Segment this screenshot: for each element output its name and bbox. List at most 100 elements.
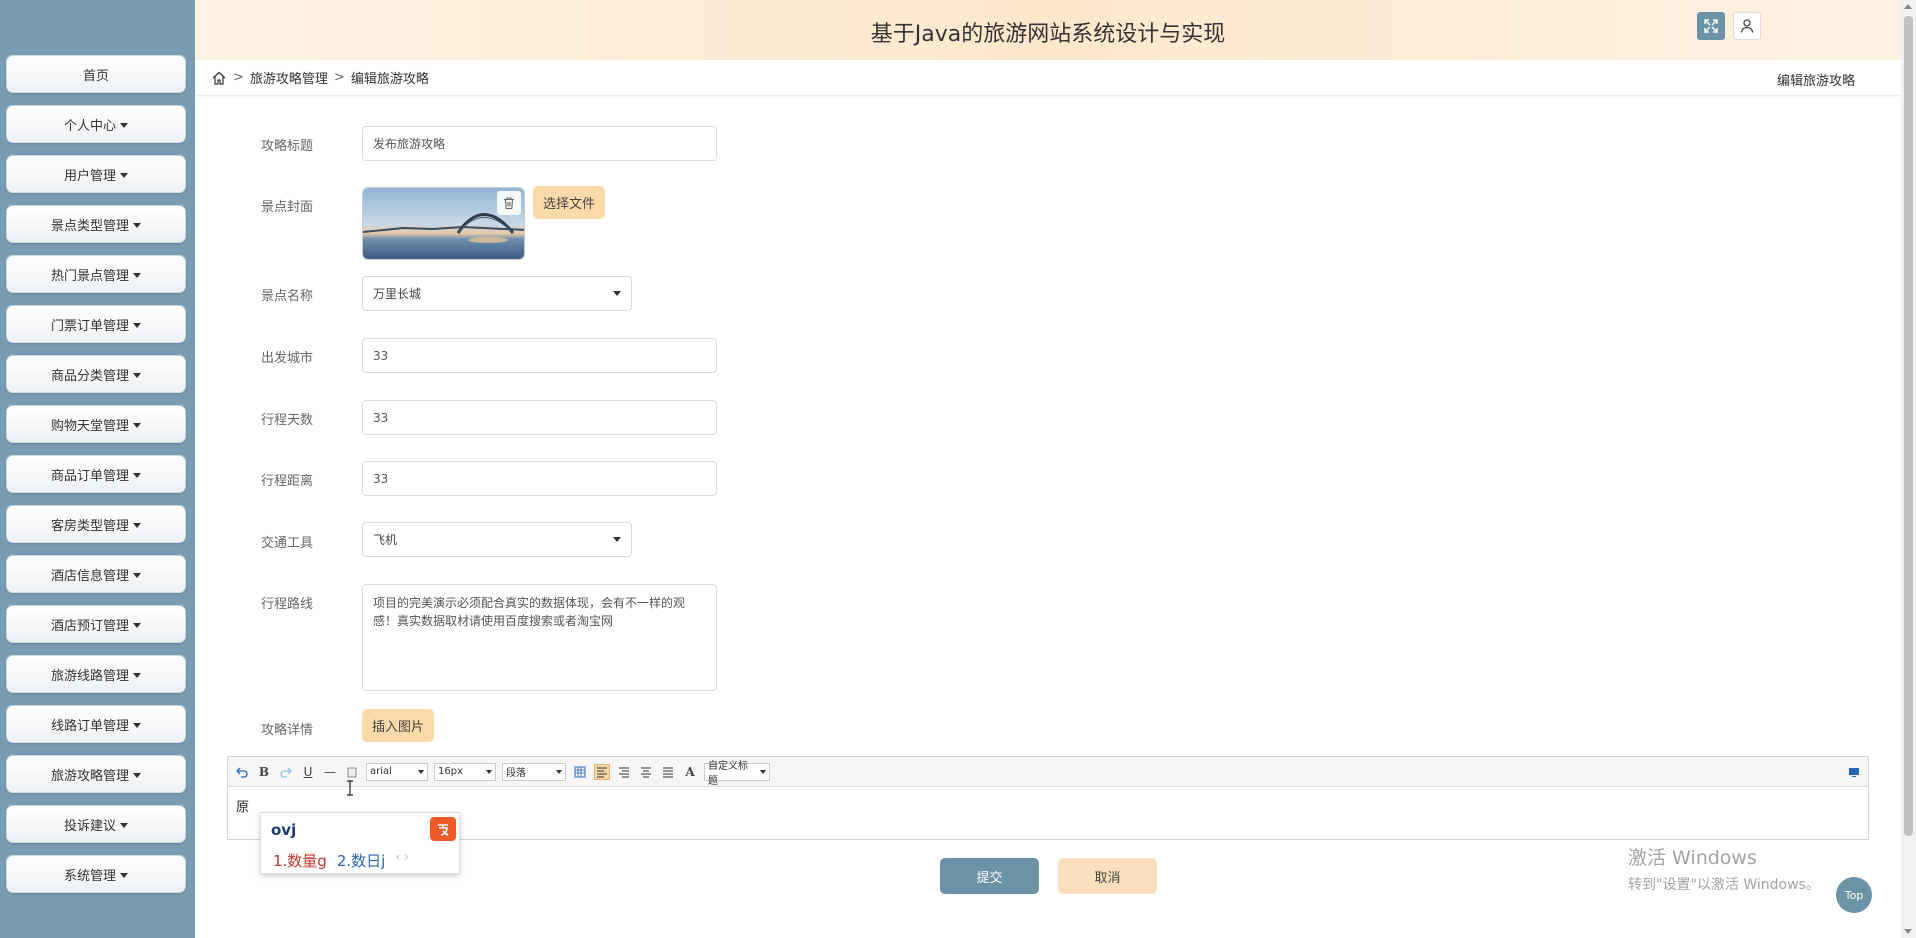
delete-cover-button[interactable]	[497, 191, 521, 215]
sidebar-item-label: 旅游线路管理	[50, 668, 129, 684]
back-to-top-button[interactable]: Top	[1836, 877, 1872, 913]
breadcrumb-separator: >	[333, 70, 345, 85]
days-label: 行程天数	[260, 413, 313, 428]
sidebar-item[interactable]: 酒店信息管理	[6, 555, 186, 593]
scroll-thumb[interactable]	[1904, 16, 1913, 836]
chevron-down-icon	[760, 769, 766, 774]
caret-down-icon	[133, 672, 141, 678]
insert-image-button[interactable]: 插入图片	[362, 709, 434, 742]
caret-down-icon	[133, 722, 141, 728]
horizontal-rule-icon[interactable]: —	[322, 764, 338, 780]
underline-icon[interactable]: U	[300, 764, 316, 780]
redo-icon[interactable]	[278, 764, 294, 780]
title-input[interactable]: 发布旅游攻略	[362, 126, 717, 161]
sidebar-item[interactable]: 用户管理	[6, 155, 186, 193]
days-input[interactable]: 33	[362, 400, 717, 435]
transport-select-value: 飞机	[373, 533, 398, 547]
align-justify-icon[interactable]	[660, 764, 676, 780]
detail-label: 攻略详情	[260, 723, 313, 738]
sidebar-item-label: 系统管理	[63, 868, 116, 884]
fullscreen-button[interactable]	[1697, 12, 1725, 40]
sidebar-item[interactable]: 投诉建议	[6, 805, 186, 843]
rich-text-editor[interactable]: B U — arial 16px 段落 A 自定义标题 原	[227, 756, 1869, 840]
scroll-up-arrow-icon[interactable]	[1904, 4, 1912, 9]
editor-content[interactable]: 原	[228, 787, 1868, 824]
caret-down-icon	[133, 322, 141, 328]
sidebar-item[interactable]: 个人中心	[6, 105, 186, 143]
user-button[interactable]	[1733, 12, 1761, 40]
caret-down-icon	[133, 622, 141, 628]
sidebar-item-label: 用户管理	[63, 168, 116, 184]
scroll-down-arrow-icon[interactable]	[1904, 929, 1912, 934]
bold-icon[interactable]: B	[256, 764, 272, 780]
transport-label: 交通工具	[260, 536, 313, 551]
sidebar-item-label: 景点类型管理	[50, 218, 129, 234]
breadcrumb-separator: >	[233, 70, 244, 85]
chevron-down-icon	[613, 537, 621, 542]
paragraph-value: 段落	[506, 768, 526, 779]
distance-input[interactable]: 33	[362, 461, 717, 496]
sidebar: 首页个人中心用户管理景点类型管理热门景点管理 门票订单管理 商品分类管理购物天堂管理…	[0, 0, 195, 938]
route-textarea[interactable]: 项目的完美演示必须配合真实的数据体现，会有不一样的观感！真实数据取材请使用百度搜…	[362, 584, 717, 691]
sidebar-item[interactable]: 系统管理	[6, 855, 186, 893]
sidebar-item[interactable]: 旅游线路管理	[6, 655, 186, 693]
caret-down-icon	[133, 522, 141, 528]
align-left-icon[interactable]	[594, 763, 610, 780]
sidebar-item[interactable]: 酒店预订管理	[6, 605, 186, 643]
paste-icon[interactable]	[344, 764, 360, 780]
ime-logo-icon	[430, 817, 456, 841]
breadcrumb: > 旅游攻略管理 > 编辑旅游攻略	[211, 68, 429, 87]
breadcrumb-level2: 编辑旅游攻略	[350, 72, 429, 87]
city-input[interactable]: 33	[362, 338, 717, 373]
spot-select[interactable]: 万里长城	[362, 276, 632, 311]
cancel-button[interactable]: 取消	[1058, 858, 1157, 894]
caret-down-icon	[133, 422, 141, 428]
transport-select[interactable]: 飞机	[362, 522, 632, 557]
font-family-value: arial	[370, 766, 392, 777]
choose-file-button[interactable]: 选择文件	[533, 186, 605, 219]
sidebar-item[interactable]: 购物天堂管理	[6, 405, 186, 443]
chevron-down-icon	[613, 291, 621, 296]
windows-activation-watermark: 激活 Windows 转到"设置"以激活 Windows。	[1628, 843, 1820, 894]
sidebar-item-label: 首页	[82, 68, 109, 84]
spot-select-value: 万里长城	[373, 287, 422, 301]
preview-icon[interactable]	[1846, 764, 1862, 780]
table-icon[interactable]	[572, 764, 588, 780]
sidebar-item-label: 购物天堂管理	[50, 418, 129, 434]
font-family-select[interactable]: arial	[366, 762, 428, 781]
paragraph-select[interactable]: 段落	[502, 762, 566, 781]
sidebar-item[interactable]: 门票订单管理	[6, 305, 186, 343]
font-color-icon[interactable]: A	[682, 764, 698, 780]
home-icon[interactable]	[211, 70, 227, 86]
caret-down-icon	[133, 372, 141, 378]
sidebar-item[interactable]: 旅游攻略管理	[6, 755, 186, 793]
vertical-scrollbar[interactable]	[1901, 0, 1916, 938]
sidebar-item[interactable]: 商品分类管理	[6, 355, 186, 393]
cover-label: 景点封面	[260, 200, 313, 215]
font-size-select[interactable]: 16px	[434, 762, 496, 781]
align-center-icon[interactable]	[638, 764, 654, 780]
ime-candidate-2[interactable]: 2.数日j	[337, 850, 385, 871]
sidebar-item[interactable]: 客房类型管理	[6, 505, 186, 543]
breadcrumb-level1[interactable]: 旅游攻略管理	[250, 68, 328, 87]
undo-icon[interactable]	[234, 764, 250, 780]
title-label: 攻略标题	[260, 139, 313, 154]
custom-title-select[interactable]: 自定义标题	[704, 761, 770, 787]
custom-title-value: 自定义标题	[708, 760, 748, 787]
sidebar-item-label: 旅游攻略管理	[50, 768, 129, 784]
city-label: 出发城市	[260, 351, 313, 366]
sidebar-item[interactable]: 景点类型管理	[6, 205, 186, 243]
ime-page-arrows[interactable]: ‹ ›	[395, 850, 408, 871]
ime-candidate-1[interactable]: 1.数量g	[273, 850, 327, 871]
align-right-icon[interactable]	[616, 764, 632, 780]
sidebar-item-label: 个人中心	[63, 118, 116, 134]
sidebar-item-label: 客房类型管理	[50, 518, 129, 534]
sidebar-item[interactable]: 商品订单管理	[6, 455, 186, 493]
watermark-line1: 激活 Windows	[1628, 847, 1757, 869]
sidebar-item[interactable]: 线路订单管理	[6, 705, 186, 743]
sidebar-item[interactable]: 热门景点管理	[6, 255, 186, 293]
submit-button[interactable]: 提交	[940, 858, 1039, 894]
sidebar-item-label: 酒店信息管理	[50, 568, 129, 584]
sidebar-item[interactable]: 首页	[6, 55, 186, 93]
caret-down-icon	[133, 772, 141, 778]
